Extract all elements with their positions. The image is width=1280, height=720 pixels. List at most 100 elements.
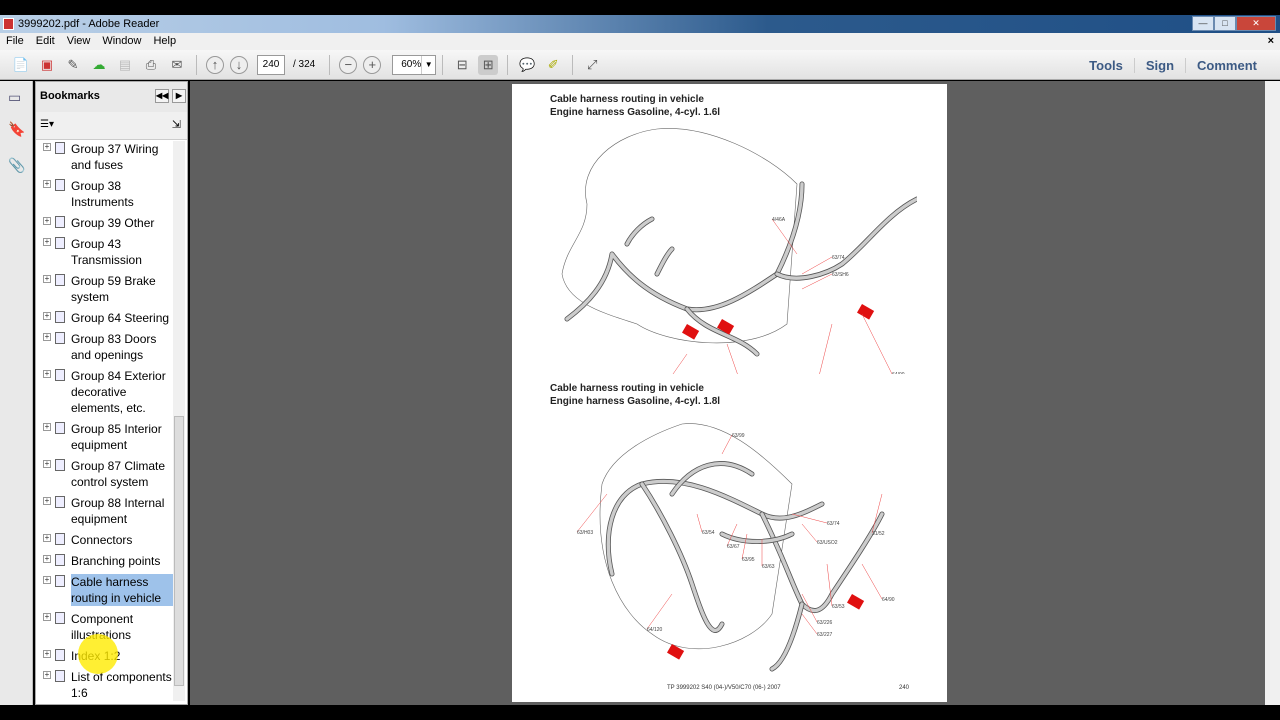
expand-icon[interactable]: + [43,370,51,378]
callout-label: 64/90 [892,372,905,374]
bookmarks-icon[interactable]: 🔖 [8,121,25,137]
bookmark-item[interactable]: + Group 83 Doors and openings [36,331,174,363]
bookmark-item[interactable]: + Cable harness routing in vehicle [36,574,174,606]
bookmark-label: Group 59 Brake system [71,274,156,304]
tools-button[interactable]: Tools [1078,58,1134,73]
zoom-in-icon[interactable]: + [363,55,382,74]
zoom-value: 60% [401,58,422,70]
minimize-button[interactable]: — [1192,16,1214,31]
page-footer: TP 3999202 S40 (04-)/V50/C70 (06-) 2007 [667,685,781,691]
callout-line [791,513,828,524]
bookmark-item[interactable]: + List of components 1:6 [36,669,174,701]
callout-line [672,353,688,374]
callout-line [801,613,818,635]
bookmark-item[interactable]: + Group 84 Exterior decorative elements, … [36,368,174,416]
bookmark-page-icon [55,554,65,566]
bookmark-page-icon [55,142,65,154]
bookmark-item[interactable]: + Group 43 Transmission [36,236,174,268]
close-window-button[interactable]: ✕ [1236,16,1276,31]
menu-window[interactable]: Window [102,33,141,50]
bookmark-item[interactable]: + Group 85 Interior equipment [36,421,174,453]
create-pdf-icon[interactable]: ▣ [37,55,57,75]
expand-icon[interactable]: ⤢ [582,55,602,75]
callout-line [576,493,608,533]
connector-red [857,304,875,320]
bookmark-item[interactable]: + Branching points [36,553,174,569]
expand-icon[interactable]: + [43,275,51,283]
expand-icon[interactable]: + [43,217,51,225]
bookmark-label: Group 38 Instruments [71,179,134,209]
options-menu-icon[interactable]: ☰▾ [40,119,54,130]
cloud-upload-icon[interactable]: ☁ [89,55,109,75]
expand-icon[interactable]: + [43,534,51,542]
bookmarks-panel: Bookmarks ◀◀ ▶ ☰▾ ⇲ + Group 37 Wiring and … [35,81,188,705]
bookmark-item[interactable]: + Group 64 Steering [36,310,174,326]
expand-icon[interactable]: + [43,423,51,431]
create-icon[interactable]: 📄 [11,55,31,75]
maximize-button[interactable]: □ [1214,16,1236,31]
comment-icon[interactable]: 💬 [517,55,537,75]
next-page-icon[interactable]: ↓ [230,55,248,74]
expand-icon[interactable]: + [43,180,51,188]
bookmark-label: Group 37 Wiring and fuses [71,142,159,172]
zoom-out-icon[interactable]: − [339,55,358,74]
previous-page-icon[interactable]: ↑ [206,55,224,74]
expand-icon[interactable]: + [43,650,51,658]
expand-icon[interactable]: + [43,333,51,341]
expand-icon[interactable]: + [43,576,51,584]
expand-icon[interactable]: + [43,497,51,505]
sign-button[interactable]: Sign [1133,57,1185,73]
fit-width-icon[interactable]: ⊞ [478,54,499,75]
bookmark-page-icon [55,533,65,545]
collapse-panel-icon[interactable]: ◀◀ [155,89,169,103]
expand-icon[interactable]: + [43,460,51,468]
expand-panel-icon[interactable]: ▶ [172,89,186,103]
bookmarks-scrollbar[interactable] [173,141,185,701]
menu-file[interactable]: File [6,33,24,50]
callout-label: 63/74 [832,255,845,261]
email-icon[interactable]: ✉ [167,55,187,75]
highlight-icon[interactable]: ✐ [543,55,563,75]
page-number-input[interactable]: 240 [257,54,285,75]
menu-edit[interactable]: Edit [36,33,55,50]
bookmark-item[interactable]: + Group 88 Internal equipment [36,495,174,527]
bookmark-page-icon [55,369,65,381]
expand-icon[interactable]: + [43,238,51,246]
expand-icon[interactable]: + [43,613,51,621]
menu-view[interactable]: View [67,33,91,50]
edit-icon[interactable]: ✎ [63,55,83,75]
title-bar: 3999202.pdf - Adobe Reader — □ ✕ [0,15,1280,33]
expand-icon[interactable]: + [43,312,51,320]
expand-icon[interactable]: + [43,143,51,151]
bookmark-label: Group 43 Transmission [71,237,142,267]
close-document-icon[interactable]: × [1268,33,1274,50]
comment-button[interactable]: Comment [1185,57,1268,73]
fit-page-icon[interactable]: ⊟ [452,55,472,75]
expand-icon[interactable]: + [43,671,51,679]
save-icon[interactable]: ▤ [115,55,135,75]
bookmark-page-icon [55,649,65,661]
bookmark-label: Connectors [71,533,133,547]
callout-label: 31/52 [872,531,885,537]
callout-line [726,343,738,374]
bookmark-item[interactable]: + Group 39 Other [36,215,174,231]
bookmark-page-icon [55,274,65,286]
zoom-select[interactable]: 60% ▼ [392,54,437,75]
bookmark-item[interactable]: + Group 59 Brake system [36,273,174,305]
document-scrollbar[interactable] [1265,81,1280,705]
attachments-icon[interactable]: 📎 [8,157,25,173]
wire-harness-fill [655,247,674,276]
bookmark-page-icon [55,422,65,434]
expand-bookmark-icon[interactable]: ⇲ [172,118,181,131]
bookmark-label: List of components 1:6 [71,670,172,700]
expand-icon[interactable]: + [43,555,51,563]
bookmark-item[interactable]: + Group 38 Instruments [36,178,174,210]
bookmark-item[interactable]: + Group 37 Wiring and fuses [36,141,174,173]
page-thumbnails-icon[interactable]: ▭ [8,89,24,105]
menu-help[interactable]: Help [153,33,176,50]
bookmark-item[interactable]: + Connectors [36,532,174,548]
bookmark-item[interactable]: + Group 87 Climate control system [36,458,174,490]
menu-bar: File Edit View Window Help × [0,33,1280,50]
print-icon[interactable]: ⎙ [141,55,161,75]
chevron-down-icon[interactable]: ▼ [421,55,435,74]
